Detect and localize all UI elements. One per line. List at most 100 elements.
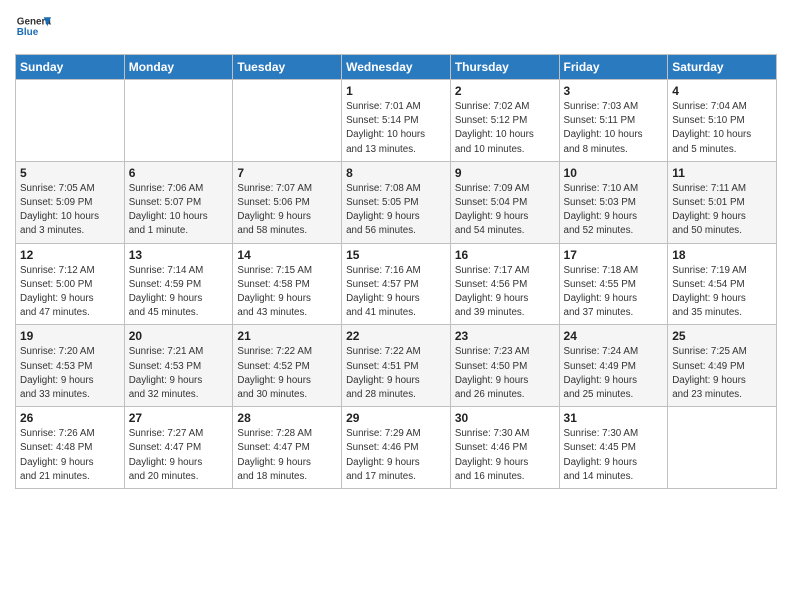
calendar-body: 1Sunrise: 7:01 AMSunset: 5:14 PMDaylight…	[16, 80, 777, 489]
svg-text:Blue: Blue	[17, 27, 39, 38]
logo-icon: General Blue	[15, 10, 51, 46]
calendar-cell: 31 Sunrise: 7:30 AMSunset: 4:45 PMDayligh…	[559, 407, 668, 489]
calendar-cell: 15 Sunrise: 7:16 AMSunset: 4:57 PMDayligh…	[342, 243, 451, 325]
calendar-cell: 8Sunrise: 7:08 AMSunset: 5:05 PMDaylight…	[342, 161, 451, 243]
day-number: 4	[672, 84, 772, 98]
day-info: Sunrise: 7:09 AMSunset: 5:04 PMDaylight:…	[455, 182, 555, 239]
calendar-cell: 22 Sunrise: 7:22 AMSunset: 4:51 PMDayligh…	[342, 325, 451, 407]
day-info: Sunrise: 7:04 AMSunset: 5:10 PMDaylight:…	[672, 100, 772, 157]
day-info: Sunrise: 7:01 AMSunset: 5:14 PMDaylight:…	[346, 100, 446, 157]
day-number: 18	[672, 248, 772, 262]
page: General Blue SundayMondayTuesdayWednesda…	[0, 0, 792, 612]
day-info: Sunrise: 7:16 AMSunset: 4:57 PMDaylight:…	[346, 264, 446, 321]
calendar-cell	[124, 80, 233, 162]
calendar-cell: 1Sunrise: 7:01 AMSunset: 5:14 PMDaylight…	[342, 80, 451, 162]
day-info: Sunrise: 7:23 AMSunset: 4:50 PMDaylight:…	[455, 345, 555, 402]
calendar-cell: 14 Sunrise: 7:15 AMSunset: 4:58 PMDayligh…	[233, 243, 342, 325]
calendar-cell: 27 Sunrise: 7:27 AMSunset: 4:47 PMDayligh…	[124, 407, 233, 489]
day-info: Sunrise: 7:06 AMSunset: 5:07 PMDaylight:…	[129, 182, 229, 239]
day-info: Sunrise: 7:22 AMSunset: 4:51 PMDaylight:…	[346, 345, 446, 402]
calendar-week-row: 19Sunrise: 7:20 AMSunset: 4:53 PMDayligh…	[16, 325, 777, 407]
day-number: 25	[672, 329, 772, 343]
day-info: Sunrise: 7:03 AMSunset: 5:11 PMDaylight:…	[564, 100, 664, 157]
weekday-row: SundayMondayTuesdayWednesdayThursdayFrid…	[16, 55, 777, 80]
weekday-header-saturday: Saturday	[668, 55, 777, 80]
calendar-cell	[233, 80, 342, 162]
calendar-cell: 12Sunrise: 7:12 AMSunset: 5:00 PMDayligh…	[16, 243, 125, 325]
day-number: 26	[20, 411, 120, 425]
calendar-cell: 3 Sunrise: 7:03 AMSunset: 5:11 PMDaylight…	[559, 80, 668, 162]
day-info: Sunrise: 7:18 AMSunset: 4:55 PMDaylight:…	[564, 264, 664, 321]
calendar-cell: 17Sunrise: 7:18 AMSunset: 4:55 PMDayligh…	[559, 243, 668, 325]
day-info: Sunrise: 7:25 AMSunset: 4:49 PMDaylight:…	[672, 345, 772, 402]
day-number: 30	[455, 411, 555, 425]
calendar-cell: 29 Sunrise: 7:29 AMSunset: 4:46 PMDayligh…	[342, 407, 451, 489]
day-number: 28	[237, 411, 337, 425]
calendar-table: SundayMondayTuesdayWednesdayThursdayFrid…	[15, 54, 777, 489]
day-number: 21	[237, 329, 337, 343]
weekday-header-sunday: Sunday	[16, 55, 125, 80]
day-number: 29	[346, 411, 446, 425]
calendar-cell	[668, 407, 777, 489]
weekday-header-wednesday: Wednesday	[342, 55, 451, 80]
day-number: 31	[564, 411, 664, 425]
calendar-week-row: 26 Sunrise: 7:26 AMSunset: 4:48 PMDayligh…	[16, 407, 777, 489]
weekday-header-tuesday: Tuesday	[233, 55, 342, 80]
day-info: Sunrise: 7:27 AMSunset: 4:47 PMDaylight:…	[129, 427, 229, 484]
day-info: Sunrise: 7:30 AMSunset: 4:45 PMDaylight:…	[564, 427, 664, 484]
day-info: Sunrise: 7:08 AMSunset: 5:05 PMDaylight:…	[346, 182, 446, 239]
calendar-cell: 4 Sunrise: 7:04 AMSunset: 5:10 PMDaylight…	[668, 80, 777, 162]
day-number: 16	[455, 248, 555, 262]
day-info: Sunrise: 7:12 AMSunset: 5:00 PMDaylight:…	[20, 264, 120, 321]
day-info: Sunrise: 7:11 AMSunset: 5:01 PMDaylight:…	[672, 182, 772, 239]
day-info: Sunrise: 7:15 AMSunset: 4:58 PMDaylight:…	[237, 264, 337, 321]
day-info: Sunrise: 7:28 AMSunset: 4:47 PMDaylight:…	[237, 427, 337, 484]
calendar-cell: 11Sunrise: 7:11 AMSunset: 5:01 PMDayligh…	[668, 161, 777, 243]
calendar-week-row: 5Sunrise: 7:05 AMSunset: 5:09 PMDaylight…	[16, 161, 777, 243]
day-number: 9	[455, 166, 555, 180]
calendar-header: SundayMondayTuesdayWednesdayThursdayFrid…	[16, 55, 777, 80]
calendar-cell: 26 Sunrise: 7:26 AMSunset: 4:48 PMDayligh…	[16, 407, 125, 489]
calendar-cell: 5Sunrise: 7:05 AMSunset: 5:09 PMDaylight…	[16, 161, 125, 243]
calendar-cell: 28 Sunrise: 7:28 AMSunset: 4:47 PMDayligh…	[233, 407, 342, 489]
calendar-cell: 13 Sunrise: 7:14 AMSunset: 4:59 PMDayligh…	[124, 243, 233, 325]
day-info: Sunrise: 7:21 AMSunset: 4:53 PMDaylight:…	[129, 345, 229, 402]
day-number: 15	[346, 248, 446, 262]
day-number: 13	[129, 248, 229, 262]
day-number: 23	[455, 329, 555, 343]
day-number: 27	[129, 411, 229, 425]
day-number: 5	[20, 166, 120, 180]
day-info: Sunrise: 7:14 AMSunset: 4:59 PMDaylight:…	[129, 264, 229, 321]
weekday-header-friday: Friday	[559, 55, 668, 80]
day-number: 14	[237, 248, 337, 262]
day-info: Sunrise: 7:30 AMSunset: 4:46 PMDaylight:…	[455, 427, 555, 484]
day-number: 20	[129, 329, 229, 343]
calendar-cell: 25 Sunrise: 7:25 AMSunset: 4:49 PMDayligh…	[668, 325, 777, 407]
calendar-cell: 18Sunrise: 7:19 AMSunset: 4:54 PMDayligh…	[668, 243, 777, 325]
calendar-cell: 2Sunrise: 7:02 AMSunset: 5:12 PMDaylight…	[450, 80, 559, 162]
header: General Blue	[15, 10, 777, 46]
day-info: Sunrise: 7:29 AMSunset: 4:46 PMDaylight:…	[346, 427, 446, 484]
day-number: 22	[346, 329, 446, 343]
calendar-cell: 21 Sunrise: 7:22 AMSunset: 4:52 PMDayligh…	[233, 325, 342, 407]
calendar-cell	[16, 80, 125, 162]
weekday-header-thursday: Thursday	[450, 55, 559, 80]
day-info: Sunrise: 7:22 AMSunset: 4:52 PMDaylight:…	[237, 345, 337, 402]
calendar-week-row: 1Sunrise: 7:01 AMSunset: 5:14 PMDaylight…	[16, 80, 777, 162]
calendar-cell: 20 Sunrise: 7:21 AMSunset: 4:53 PMDayligh…	[124, 325, 233, 407]
day-number: 6	[129, 166, 229, 180]
calendar-cell: 10Sunrise: 7:10 AMSunset: 5:03 PMDayligh…	[559, 161, 668, 243]
logo: General Blue	[15, 10, 55, 46]
calendar-cell: 19Sunrise: 7:20 AMSunset: 4:53 PMDayligh…	[16, 325, 125, 407]
day-info: Sunrise: 7:26 AMSunset: 4:48 PMDaylight:…	[20, 427, 120, 484]
calendar-cell: 9 Sunrise: 7:09 AMSunset: 5:04 PMDaylight…	[450, 161, 559, 243]
day-info: Sunrise: 7:24 AMSunset: 4:49 PMDaylight:…	[564, 345, 664, 402]
day-number: 10	[564, 166, 664, 180]
day-number: 7	[237, 166, 337, 180]
day-number: 3	[564, 84, 664, 98]
calendar-cell: 16Sunrise: 7:17 AMSunset: 4:56 PMDayligh…	[450, 243, 559, 325]
weekday-header-monday: Monday	[124, 55, 233, 80]
calendar-cell: 30 Sunrise: 7:30 AMSunset: 4:46 PMDayligh…	[450, 407, 559, 489]
day-info: Sunrise: 7:07 AMSunset: 5:06 PMDaylight:…	[237, 182, 337, 239]
calendar-cell: 24Sunrise: 7:24 AMSunset: 4:49 PMDayligh…	[559, 325, 668, 407]
